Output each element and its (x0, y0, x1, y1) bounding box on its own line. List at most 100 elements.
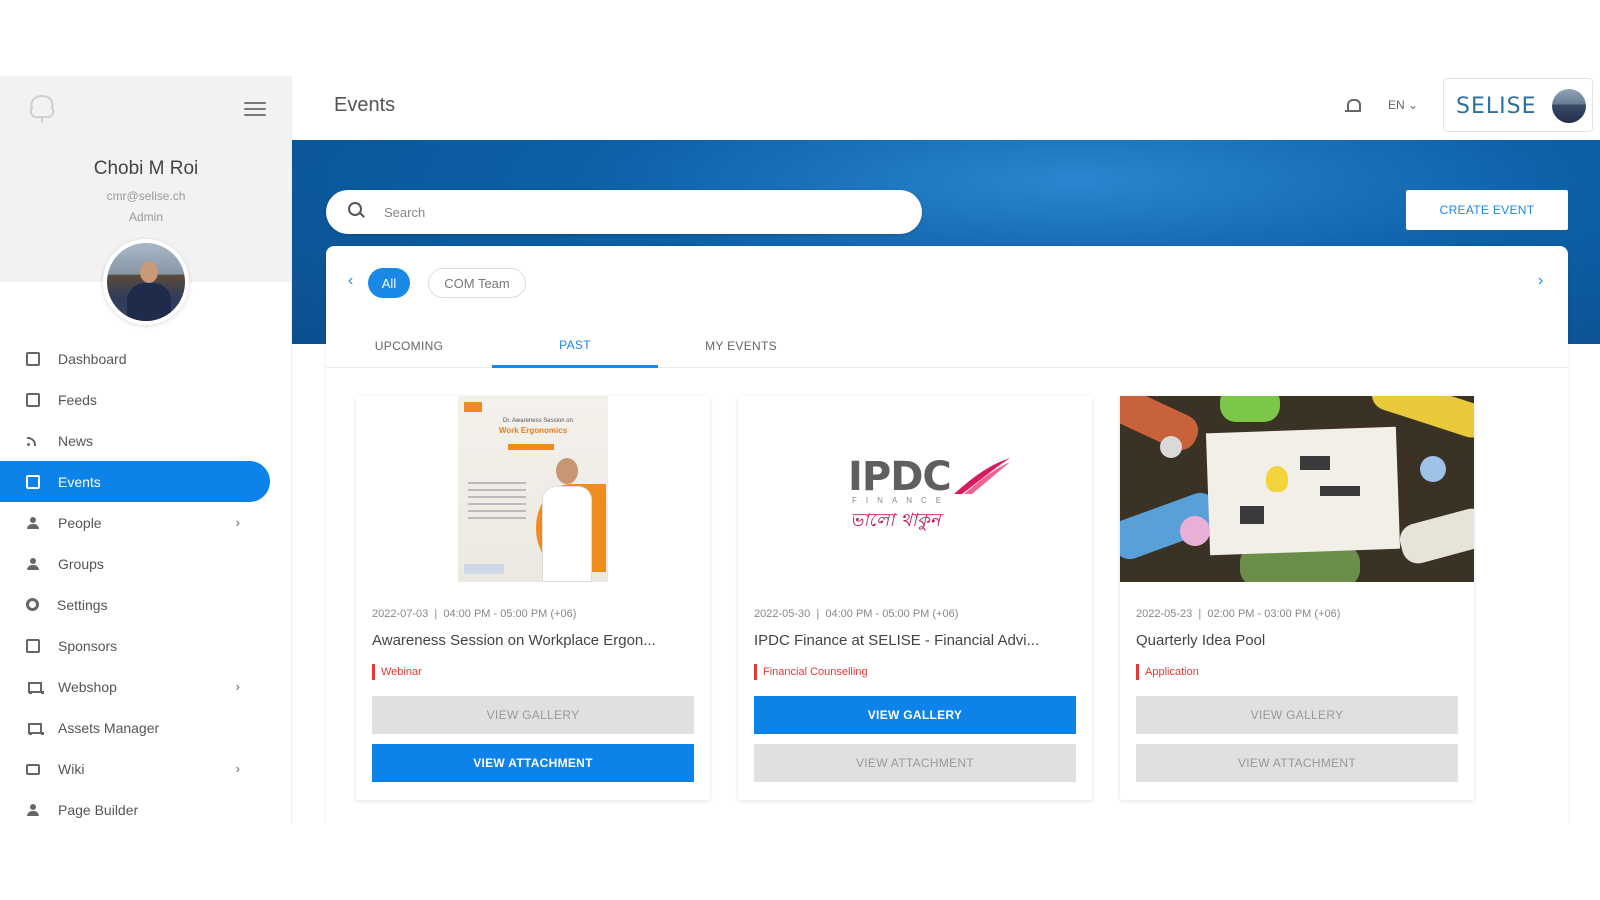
logo-tagline: ভালো থাকুন (850, 510, 941, 531)
event-title[interactable]: IPDC Finance at SELISE - Financial Advi.… (754, 632, 1076, 649)
top-bar: Events EN ⌄ SELISE (292, 76, 1600, 140)
view-attachment-button[interactable]: VIEW ATTACHMENT (372, 744, 694, 782)
event-date: 2022-05-30 (754, 608, 811, 620)
filter-chip-all[interactable]: All (368, 268, 410, 298)
app-window: Chobi M Roi cmr@selise.ch Admin Dashboar… (0, 76, 1600, 824)
event-image: Dr. Awareness Session on Work Ergonomics (356, 396, 710, 582)
sidebar-item-label: Feeds (58, 391, 97, 408)
view-attachment-button[interactable]: VIEW ATTACHMENT (1136, 744, 1458, 782)
calendar-icon (26, 474, 40, 489)
gear-icon (26, 598, 39, 611)
cart-icon (26, 680, 44, 694)
sidebar-item-page-builder[interactable]: Page Builder (0, 789, 270, 824)
sidebar-item-sponsors[interactable]: Sponsors (0, 625, 270, 666)
user-role: Admin (128, 210, 163, 224)
event-card[interactable]: Dr. Awareness Session on Work Ergonomics… (356, 396, 710, 800)
sidebar-item-groups[interactable]: Groups (0, 543, 270, 584)
view-gallery-button[interactable]: VIEW GALLERY (754, 696, 1076, 734)
poster-subtitle: Dr. Awareness Session on (503, 418, 573, 424)
camera-icon (26, 764, 40, 775)
sidebar-item-label: News (58, 432, 94, 449)
builder-icon (26, 803, 40, 817)
feeds-icon (26, 392, 40, 407)
event-datetime: 2022-05-23 | 02:00 PM - 03:00 PM (+06) (1136, 608, 1341, 620)
sidebar-item-label: Assets Manager (58, 719, 160, 736)
idea-collage-image (1120, 396, 1474, 582)
search-input[interactable] (384, 200, 904, 224)
sidebar-item-settings[interactable]: Settings (0, 584, 270, 625)
avatar (1552, 89, 1586, 123)
user-email: cmr@selise.ch (106, 189, 186, 203)
event-category: Financial Counselling (754, 664, 868, 680)
event-image: IPDC FINANCE ভালো থাকুন (738, 396, 1092, 582)
cart-icon (26, 721, 44, 735)
sidebar-item-label: Events (58, 473, 101, 490)
chevron-down-icon: ⌄ (1408, 98, 1419, 112)
user-name: Chobi M Roi (93, 158, 199, 179)
events-panel: ‹ All COM Team › UPCOMING PAST MY EVENTS… (326, 246, 1568, 824)
app-logo-icon[interactable] (26, 92, 58, 124)
view-gallery-button[interactable]: VIEW GALLERY (372, 696, 694, 734)
create-event-button[interactable]: CREATE EVENT (1406, 190, 1568, 230)
sidebar-item-label: Sponsors (58, 637, 118, 654)
sidebar-item-assets-manager[interactable]: Assets Manager (0, 707, 270, 748)
groups-icon (26, 557, 40, 571)
event-time: 04:00 PM - 05:00 PM (+06) (443, 608, 577, 620)
tab-upcoming[interactable]: UPCOMING (326, 324, 492, 368)
sidebar-item-news[interactable]: News (0, 420, 270, 461)
event-title[interactable]: Quarterly Idea Pool (1136, 632, 1458, 649)
search-icon (348, 202, 364, 218)
chevron-right-icon: › (235, 761, 240, 776)
sidebar-item-webshop[interactable]: Webshop › (0, 666, 270, 707)
logo-sub: FINANCE (852, 496, 951, 505)
event-tabs: UPCOMING PAST MY EVENTS (326, 324, 1568, 368)
page-title: Events (334, 94, 396, 116)
ipdc-logo: IPDC FINANCE ভালো থাকুন (848, 454, 1018, 534)
sidebar-item-label: Wiki (58, 760, 85, 777)
sidebar: Chobi M Roi cmr@selise.ch Admin Dashboar… (0, 76, 292, 824)
event-card[interactable]: 2022-05-23 | 02:00 PM - 03:00 PM (+06) Q… (1120, 396, 1474, 800)
filter-chip-com-team[interactable]: COM Team (428, 268, 526, 298)
brand-logo: SELISE (1456, 94, 1537, 119)
user-avatar[interactable] (103, 239, 189, 325)
event-datetime: 2022-05-30 | 04:00 PM - 05:00 PM (+06) (754, 608, 959, 620)
sidebar-item-label: People (58, 514, 102, 531)
people-icon (26, 516, 40, 530)
account-menu[interactable]: SELISE (1443, 78, 1593, 132)
view-gallery-button[interactable]: VIEW GALLERY (1136, 696, 1458, 734)
sidebar-item-label: Settings (57, 596, 108, 613)
event-date: 2022-07-03 (372, 608, 429, 620)
event-title[interactable]: Awareness Session on Workplace Ergon... (372, 632, 694, 649)
event-datetime: 2022-07-03 | 04:00 PM - 05:00 PM (+06) (372, 608, 577, 620)
rss-icon (26, 434, 40, 448)
event-time: 04:00 PM - 05:00 PM (+06) (825, 608, 959, 620)
language-selector[interactable]: EN ⌄ (1388, 98, 1418, 112)
event-card[interactable]: IPDC FINANCE ভালো থাকুন 2022-05-30 | 04:… (738, 396, 1092, 800)
event-poster: Dr. Awareness Session on Work Ergonomics (458, 396, 608, 582)
language-value: EN (1388, 98, 1405, 112)
chevron-left-icon[interactable]: ‹ (348, 272, 353, 290)
swoosh-icon (954, 458, 1010, 494)
sidebar-item-events[interactable]: Events (0, 461, 270, 502)
event-time: 02:00 PM - 03:00 PM (+06) (1207, 608, 1341, 620)
chevron-right-icon: › (235, 679, 240, 694)
sidebar-item-label: Page Builder (58, 801, 139, 818)
event-category: Webinar (372, 664, 422, 680)
notification-bell-icon[interactable] (1345, 98, 1361, 116)
sidebar-item-wiki[interactable]: Wiki › (0, 748, 270, 789)
menu-toggle-icon[interactable] (244, 102, 266, 118)
search-bar[interactable] (326, 190, 922, 234)
tab-my-events[interactable]: MY EVENTS (658, 324, 824, 368)
poster-title: Work Ergonomics (498, 426, 568, 435)
sidebar-item-label: Webshop (58, 678, 117, 695)
sidebar-item-people[interactable]: People › (0, 502, 270, 543)
tab-past[interactable]: PAST (492, 324, 658, 368)
dashboard-icon (26, 351, 40, 366)
event-image (1120, 396, 1474, 582)
sidebar-item-feeds[interactable]: Feeds (0, 379, 270, 420)
chevron-right-icon: › (235, 515, 240, 530)
chevron-right-icon[interactable]: › (1538, 272, 1543, 290)
view-attachment-button[interactable]: VIEW ATTACHMENT (754, 744, 1076, 782)
sidebar-item-dashboard[interactable]: Dashboard (0, 338, 270, 379)
event-category: Application (1136, 664, 1199, 680)
